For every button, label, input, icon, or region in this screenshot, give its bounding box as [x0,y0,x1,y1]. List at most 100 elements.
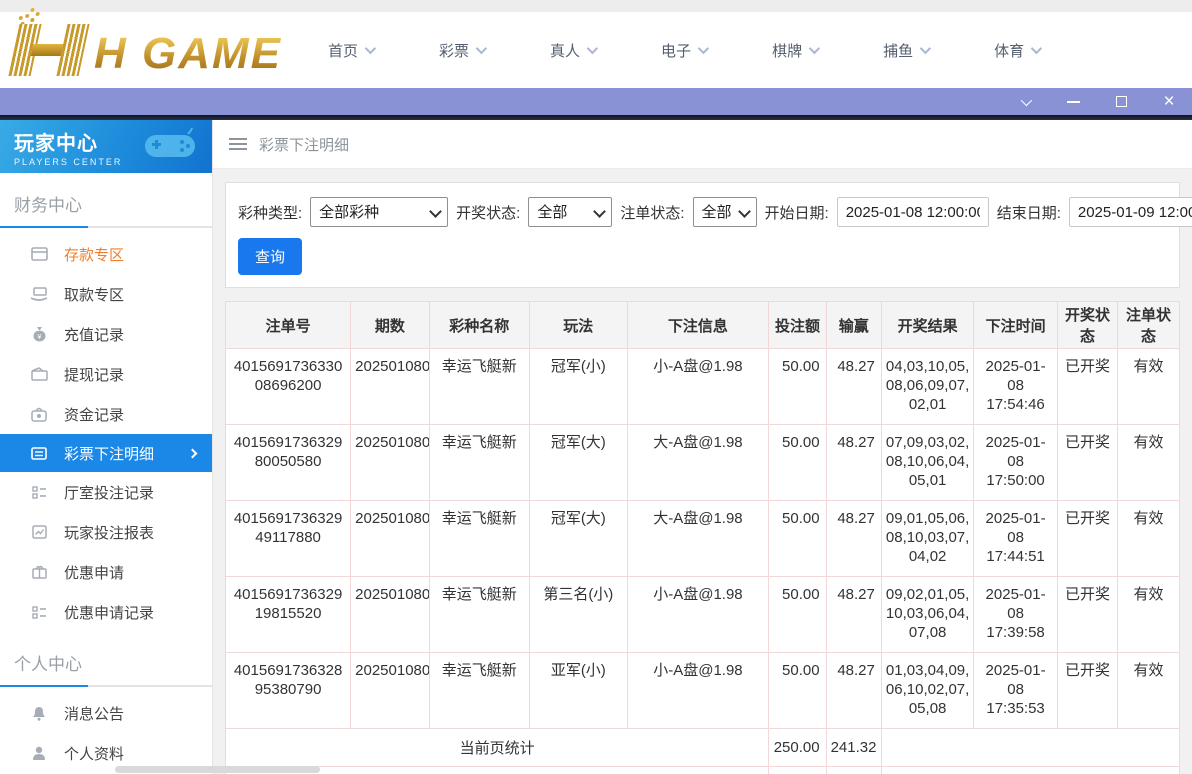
order-status-label: 注单状态: [620,202,684,223]
player-center-header: 玩家中心 PLAYERS CENTER [0,120,212,173]
order-status-select[interactable]: 全部 [693,197,757,227]
menu-toggle-icon[interactable] [229,138,247,150]
lottery-bet-detail-icon [30,444,48,462]
sidebar-item-messages[interactable]: 消息公告 [0,693,212,733]
cell-bet-amount: 50.00 [769,577,826,653]
sidebar-item-lottery-bet-detail[interactable]: 彩票下注明细 [0,434,212,472]
cell-playtype: 冠军(小) [530,349,628,425]
sidebar-item-label: 充值记录 [64,324,124,345]
cell-draw-result: 04,03,10,05,08,06,09,07,02,01 [881,349,973,425]
cell-bet-info: 小-A盘@1.98 [627,577,769,653]
nav-item-chess[interactable]: 棋牌 [772,40,817,61]
page-title: 彩票下注明细 [259,134,349,155]
withdraw-hand-icon [30,285,48,303]
sidebar-item-hall-bet-record[interactable]: 厅室投注记录 [0,472,212,512]
nav-item-electronic[interactable]: 电子 [661,40,706,61]
cell-bet-time: 2025-01-08 17:44:51 [974,501,1057,577]
cell-draw-result: 01,03,04,09,06,10,02,07,05,08 [881,653,973,729]
sidebar-item-promo-record[interactable]: 优惠申请记录 [0,592,212,632]
sidebar-item-funds-record[interactable]: 资金记录 [0,394,212,434]
nav-item-lottery[interactable]: 彩票 [439,40,484,61]
cell-order-status: 有效 [1118,501,1179,577]
cell-playtype: 第三名(小) [530,577,628,653]
page-stats-bet-total: 250.00 [769,729,826,767]
promo-record-icon [30,603,48,621]
cell-bet-time: 2025-01-08 17:54:46 [974,349,1057,425]
svg-text:¥: ¥ [37,334,41,341]
lottery-type-select[interactable]: 全部彩种 [310,197,448,227]
sidebar-item-deposit[interactable]: 存款专区 [0,234,212,274]
nav-item-live[interactable]: 真人 [550,40,595,61]
sidebar-item-promo-apply[interactable]: 优惠申请 [0,552,212,592]
deposit-card-icon [30,245,48,263]
window-maximize-icon[interactable] [1108,92,1134,112]
cell-bet-amount: 50.00 [769,653,826,729]
start-date-input[interactable] [837,197,989,227]
cell-order-no: 401569173632919815520 [226,577,351,653]
cell-period: 20250108056 [351,577,429,653]
cell-period: 20250108059 [351,349,429,425]
table-row: 401569173632949117880 20250108057 幸运飞艇新 … [226,501,1179,577]
cell-draw-result: 07,09,03,02,08,10,06,04,05,01 [881,425,973,501]
total-stats-bet-total: 250.00 [769,767,826,774]
sidebar-item-label: 厅室投注记录 [64,482,154,503]
cell-period: 20250108055 [351,653,429,729]
section-title-personal: 个人中心 [0,632,212,685]
sidebar-item-recharge-record[interactable]: ¥ 充值记录 [0,314,212,354]
col-header-bet-amount: 投注额 [769,302,826,349]
table-row: 401569173633008696200 20250108059 幸运飞艇新 … [226,349,1179,425]
sidebar-item-withdraw[interactable]: 取款专区 [0,274,212,314]
cell-lottery-name: 幸运飞艇新 [429,653,530,729]
nav-label: 电子 [661,40,691,61]
cell-period: 20250108057 [351,501,429,577]
funds-record-icon [30,405,48,423]
page-stats-empty [881,729,1179,767]
breadcrumb: 彩票下注明细 [213,120,1192,169]
cell-winloss: 48.27 [826,577,881,653]
sidebar-item-withdraw-record[interactable]: 提现记录 [0,354,212,394]
page-stats-winloss-total: 241.32 [826,729,881,767]
col-header-playtype: 玩法 [530,302,628,349]
col-header-order-status: 注单状态 [1118,302,1179,349]
nav-item-fishing[interactable]: 捕鱼 [883,40,928,61]
table-row: 401569173632980050580 20250108058 幸运飞艇新 … [226,425,1179,501]
cell-bet-amount: 50.00 [769,349,826,425]
cell-period: 20250108058 [351,425,429,501]
cell-bet-time: 2025-01-08 17:35:53 [974,653,1057,729]
window-close-icon[interactable]: × [1156,92,1182,112]
search-button[interactable]: 查询 [238,238,302,275]
col-header-period: 期数 [351,302,429,349]
cell-draw-status: 已开奖 [1057,577,1117,653]
cell-bet-info: 小-A盘@1.98 [627,653,769,729]
sidebar-item-label: 资金记录 [64,404,124,425]
draw-status-select[interactable]: 全部 [528,197,612,227]
nav-label: 棋牌 [772,40,802,61]
chevron-down-icon [365,43,376,54]
promo-apply-icon [30,563,48,581]
cell-playtype: 冠军(大) [530,425,628,501]
cell-lottery-name: 幸运飞艇新 [429,501,530,577]
window-collapse-icon[interactable] [1012,92,1038,112]
cell-bet-time: 2025-01-08 17:39:58 [974,577,1057,653]
brand-logo[interactable]: H GAME [10,24,282,76]
nav-label: 首页 [328,40,358,61]
cell-winloss: 48.27 [826,501,881,577]
horizontal-scrollbar[interactable] [115,766,320,773]
cell-order-no: 401569173632949117880 [226,501,351,577]
sidebar-item-player-bet-report[interactable]: 玩家投注报表 [0,512,212,552]
window-minimize-icon[interactable] [1060,92,1086,112]
cell-order-no: 401569173632895380790 [226,653,351,729]
chevron-down-icon [698,43,709,54]
col-header-bet-info: 下注信息 [627,302,769,349]
profile-icon [30,744,48,762]
cell-draw-result: 09,02,01,05,10,03,06,04,07,08 [881,577,973,653]
nav-item-sports[interactable]: 体育 [994,40,1039,61]
window-titlebar: × [0,88,1192,115]
cell-lottery-name: 幸运飞艇新 [429,425,530,501]
end-date-input[interactable] [1069,197,1192,227]
nav-item-home[interactable]: 首页 [328,40,373,61]
nav-label: 体育 [994,40,1024,61]
table-header-row: 注单号 期数 彩种名称 玩法 下注信息 投注额 输赢 开奖结果 下注时间 开奖状… [226,302,1179,349]
cell-draw-status: 已开奖 [1057,653,1117,729]
page-stats-label: 当前页统计 [226,729,769,767]
